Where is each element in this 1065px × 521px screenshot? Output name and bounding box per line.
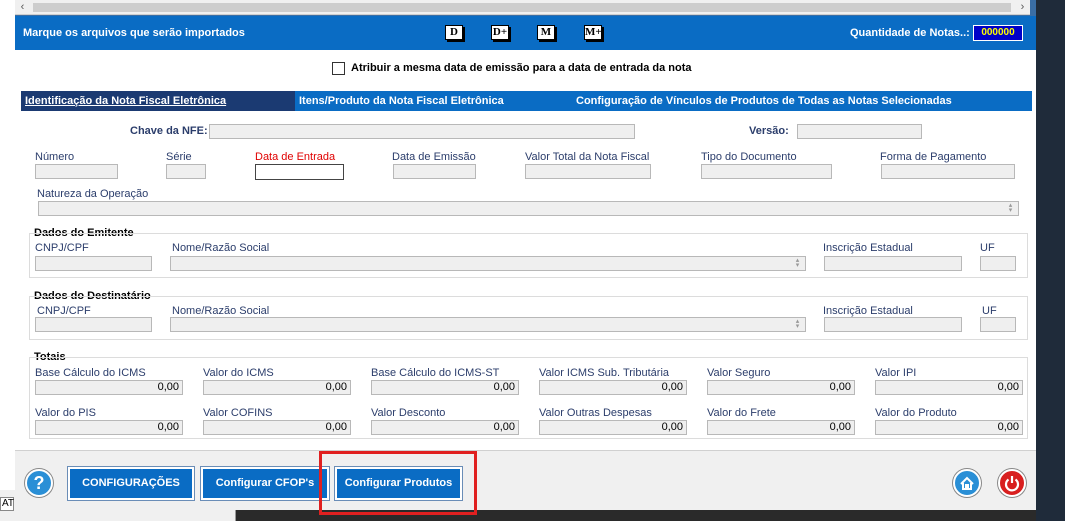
- destinatario-uf-field[interactable]: [980, 317, 1016, 332]
- header-title: Marque os arquivos que serão importados: [23, 27, 245, 39]
- total-value[interactable]: 0,00: [371, 380, 519, 395]
- forma-pag-field[interactable]: [881, 164, 1015, 179]
- total-label: Valor Desconto: [371, 407, 446, 419]
- emitente-nome-label: Nome/Razão Social: [172, 242, 270, 254]
- same-date-label: Atribuir a mesma data de emissão para a …: [351, 62, 692, 74]
- mark-d-button[interactable]: D: [445, 25, 463, 40]
- destinatario-cnpj-field[interactable]: [35, 317, 152, 332]
- scroll-thumb[interactable]: [33, 3, 1011, 12]
- total-label: Valor Seguro: [707, 367, 771, 379]
- configurar-cfop-button[interactable]: Configurar CFOP's: [200, 466, 330, 501]
- serie-label: Série: [166, 151, 192, 163]
- total-value[interactable]: 0,00: [539, 380, 687, 395]
- qty-notes-value: 000000: [973, 25, 1023, 41]
- emitente-ie-field[interactable]: [824, 256, 962, 271]
- data-entrada-field[interactable]: [255, 164, 344, 180]
- data-emissao-label: Data de Emissão: [392, 151, 476, 163]
- destinatario-ie-field[interactable]: [824, 317, 962, 332]
- total-value[interactable]: 0,00: [707, 380, 855, 395]
- natureza-field[interactable]: ▴ ▾: [38, 201, 1019, 216]
- mark-m-plus-button[interactable]: M+: [584, 25, 602, 40]
- total-label: Valor COFINS: [203, 407, 273, 419]
- serie-field[interactable]: [166, 164, 206, 179]
- help-icon[interactable]: ?: [25, 469, 53, 497]
- total-label: Valor do ICMS: [203, 367, 274, 379]
- total-value[interactable]: 0,00: [35, 380, 183, 395]
- same-date-checkbox[interactable]: [332, 62, 345, 75]
- destinatario-cnpj-label: CNPJ/CPF: [37, 305, 91, 317]
- total-value[interactable]: 0,00: [875, 420, 1023, 435]
- highlight-box: [319, 451, 477, 515]
- destinatario-nome-field[interactable]: ▴ ▾: [170, 317, 806, 332]
- tipo-doc-label: Tipo do Documento: [701, 151, 797, 163]
- scroll-right-icon[interactable]: ›: [1015, 0, 1030, 15]
- total-value[interactable]: 0,00: [35, 420, 183, 435]
- spin-arrows-icon[interactable]: ▴ ▾: [792, 257, 803, 269]
- qty-notes-label: Quantidade de Notas..:: [850, 27, 970, 39]
- emitente-nome-field[interactable]: ▴ ▾: [170, 256, 806, 271]
- total-value[interactable]: 0,00: [203, 420, 351, 435]
- window-right-border: [1036, 0, 1065, 521]
- total-value[interactable]: 0,00: [203, 380, 351, 395]
- tipo-doc-field[interactable]: [701, 164, 832, 179]
- data-entrada-label: Data de Entrada: [255, 151, 336, 163]
- total-label: Valor do Produto: [875, 407, 957, 419]
- total-value[interactable]: 0,00: [539, 420, 687, 435]
- valor-total-label: Valor Total da Nota Fiscal: [525, 151, 650, 163]
- valor-total-field[interactable]: [525, 164, 651, 179]
- total-value[interactable]: 0,00: [707, 420, 855, 435]
- power-glyph: [1004, 476, 1020, 492]
- background-window-label: AT: [0, 497, 15, 511]
- total-label: Valor IPI: [875, 367, 917, 379]
- horizontal-scrollbar[interactable]: ‹ ›: [15, 0, 1030, 15]
- tab-vinculos-produtos[interactable]: Configuração de Vínculos de Produtos de …: [572, 90, 1033, 111]
- home-icon[interactable]: [953, 469, 981, 497]
- destinatario-ie-label: Inscrição Estadual: [823, 305, 913, 317]
- total-label: Base Cálculo do ICMS: [35, 367, 146, 379]
- total-value[interactable]: 0,00: [371, 420, 519, 435]
- numero-label: Número: [35, 151, 75, 163]
- destinatario-uf-label: UF: [982, 305, 997, 317]
- total-label: Valor ICMS Sub. Tributária: [539, 367, 670, 379]
- spin-arrows-icon[interactable]: ▴ ▾: [792, 318, 803, 330]
- emitente-uf-label: UF: [980, 242, 995, 254]
- file-selection-header: Marque os arquivos que serão importados …: [15, 16, 1036, 50]
- versao-field[interactable]: [797, 124, 922, 139]
- natureza-label: Natureza da Operação: [37, 188, 149, 200]
- versao-label: Versão:: [749, 125, 789, 137]
- power-icon[interactable]: [998, 469, 1026, 497]
- destinatario-nome-label: Nome/Razão Social: [172, 305, 270, 317]
- emitente-cnpj-label: CNPJ/CPF: [35, 242, 89, 254]
- total-label: Base Cálculo do ICMS-ST: [371, 367, 500, 379]
- chave-nfe-label: Chave da NFE:: [130, 125, 208, 137]
- data-emissao-field[interactable]: [393, 164, 476, 179]
- chave-nfe-field[interactable]: [209, 124, 635, 139]
- total-value[interactable]: 0,00: [875, 380, 1023, 395]
- mark-m-button[interactable]: M: [537, 25, 555, 40]
- emitente-ie-label: Inscrição Estadual: [823, 242, 913, 254]
- emitente-cnpj-field[interactable]: [35, 256, 152, 271]
- window-left-border: [0, 0, 15, 521]
- configuracoes-button[interactable]: CONFIGURAÇÕES: [67, 466, 195, 501]
- emitente-uf-field[interactable]: [980, 256, 1016, 271]
- mark-d-plus-button[interactable]: D+: [491, 25, 509, 40]
- total-label: Valor do Frete: [707, 407, 776, 419]
- home-glyph: [960, 476, 974, 490]
- total-label: Valor Outras Despesas: [539, 407, 652, 419]
- bottom-toolbar: ? CONFIGURAÇÕES Configurar CFOP's Config…: [15, 450, 1036, 510]
- numero-field[interactable]: [35, 164, 118, 179]
- forma-pag-label: Forma de Pagamento: [880, 151, 987, 163]
- tab-itens-produto[interactable]: Itens/Produto da Nota Fiscal Eletrônica: [295, 90, 573, 111]
- total-label: Valor do PIS: [35, 407, 96, 419]
- spin-arrows-icon[interactable]: ▴ ▾: [1005, 202, 1016, 214]
- tab-identificacao[interactable]: Identificação da Nota Fiscal Eletrônica: [21, 90, 296, 111]
- main-panel: Atribuir a mesma data de emissão para a …: [15, 50, 1036, 450]
- scroll-left-icon[interactable]: ‹: [15, 0, 30, 15]
